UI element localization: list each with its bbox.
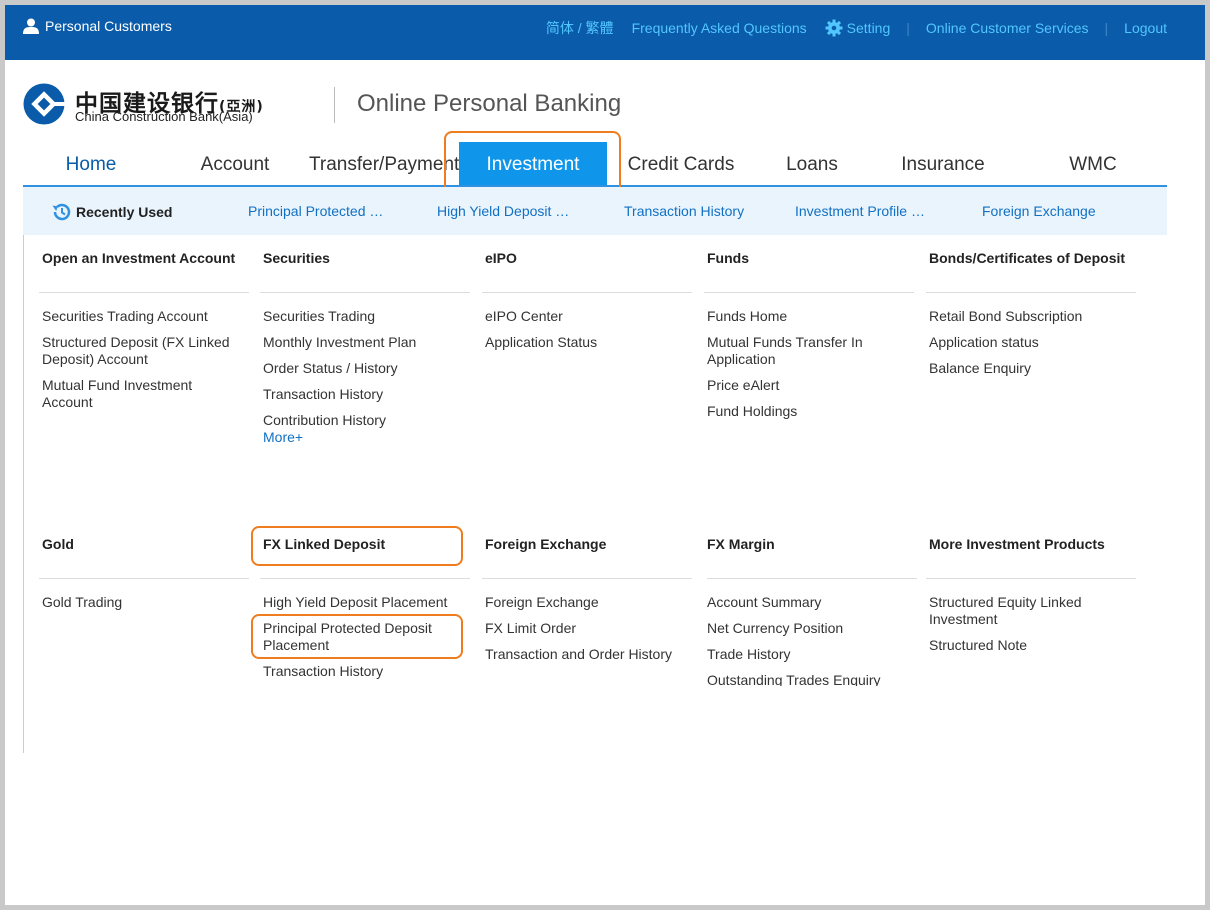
menu-item-contribution-history[interactable]: Contribution History: [263, 412, 463, 429]
menu-item-eipo-center[interactable]: eIPO Center: [485, 308, 685, 325]
menu-item-retail-bond-subscription[interactable]: Retail Bond Subscription: [929, 308, 1129, 325]
top-separator: |: [1104, 20, 1109, 36]
menu-item-mutual-fund-investment-account[interactable]: Mutual Fund Investment Account: [42, 377, 242, 411]
tab-credit-cards[interactable]: Credit Cards: [613, 142, 749, 187]
recent-link-investment-profile[interactable]: Investment Profile …: [795, 203, 925, 219]
menu-item-structured-deposit-account[interactable]: Structured Deposit (FX Linked Deposit) A…: [42, 334, 242, 368]
tab-insurance[interactable]: Insurance: [875, 142, 1011, 187]
menu-item-mutual-funds-transfer-in[interactable]: Mutual Funds Transfer In Application: [707, 334, 907, 368]
online-customer-services-link[interactable]: Online Customer Services: [926, 20, 1089, 36]
setting-link[interactable]: Setting: [825, 19, 891, 37]
recent-link-foreign-exchange[interactable]: Foreign Exchange: [982, 203, 1096, 219]
tab-home[interactable]: Home: [23, 142, 159, 187]
main-nav: Home Account Transfer/Payment Investment…: [23, 142, 1167, 187]
menu-item-price-ealert[interactable]: Price eAlert: [707, 377, 907, 394]
header-divider: [334, 87, 335, 123]
menu-item-transaction-order-history[interactable]: Transaction and Order History: [485, 646, 685, 663]
menu-item-high-yield-deposit-placement[interactable]: High Yield Deposit Placement: [263, 594, 463, 611]
gear-icon: [825, 19, 843, 37]
tab-account[interactable]: Account: [165, 142, 305, 187]
menu-heading: Gold: [42, 536, 74, 552]
tab-transfer-payment[interactable]: Transfer/Payment: [309, 142, 459, 187]
menu-item-bond-application-status[interactable]: Application status: [929, 334, 1129, 351]
menu-item-principal-protected-deposit-placement[interactable]: Principal Protected Deposit Placement: [263, 620, 443, 654]
menu-divider: [39, 292, 249, 293]
menu-divider: [704, 292, 914, 293]
top-links: 简体 / 繁體 Frequently Asked Questions Setti…: [546, 18, 1167, 38]
top-bar: Personal Customers 简体 / 繁體 Frequently As…: [5, 5, 1205, 60]
recent-link-transaction-history[interactable]: Transaction History: [624, 203, 744, 219]
menu-heading: Securities: [263, 250, 330, 266]
recently-used-bar: Recently Used Principal Protected … High…: [23, 187, 1167, 235]
menu-heading: Open an Investment Account: [42, 250, 236, 266]
menu-heading: eIPO: [485, 250, 517, 266]
ccb-logo-icon[interactable]: [23, 83, 65, 125]
tab-wmc[interactable]: WMC: [1027, 142, 1159, 187]
logout-link[interactable]: Logout: [1124, 20, 1167, 36]
history-clock-icon: [52, 203, 71, 221]
menu-item-securities-trading-account[interactable]: Securities Trading Account: [42, 308, 242, 325]
menu-item-fx-limit-order[interactable]: FX Limit Order: [485, 620, 685, 637]
menu-divider: [39, 578, 249, 579]
menu-divider: [260, 578, 470, 579]
menu-divider: [926, 292, 1136, 293]
faq-link[interactable]: Frequently Asked Questions: [632, 20, 807, 36]
menu-divider: [707, 578, 917, 579]
menu-heading: More Investment Products: [929, 536, 1105, 552]
setting-label: Setting: [846, 20, 891, 36]
recent-link-principal-protected[interactable]: Principal Protected …: [248, 203, 383, 219]
menu-heading: Foreign Exchange: [485, 536, 607, 552]
menu-item-trade-history[interactable]: Trade History: [707, 646, 907, 663]
menu-item-gold-trading[interactable]: Gold Trading: [42, 594, 242, 611]
menu-item-net-currency-position[interactable]: Net Currency Position: [707, 620, 907, 637]
menu-item-balance-enquiry[interactable]: Balance Enquiry: [929, 360, 1129, 377]
language-switch[interactable]: 简体 / 繁體: [546, 18, 614, 38]
personal-customers-label: Personal Customers: [45, 18, 172, 34]
menu-item-fund-holdings[interactable]: Fund Holdings: [707, 403, 907, 420]
menu-item-structured-note[interactable]: Structured Note: [929, 637, 1129, 654]
top-separator: |: [906, 20, 910, 36]
menu-heading: FX Margin: [707, 536, 775, 552]
menu-more-link[interactable]: More+: [263, 429, 463, 446]
recently-used-heading: Recently Used: [51, 201, 172, 223]
menu-item-transaction-history[interactable]: Transaction History: [263, 386, 463, 403]
personal-customers-menu[interactable]: Personal Customers: [23, 18, 172, 34]
menu-item-foreign-exchange[interactable]: Foreign Exchange: [485, 594, 685, 611]
menu-item-application-status[interactable]: Application Status: [485, 334, 685, 351]
bank-name-english: China Construction Bank(Asia): [75, 109, 253, 124]
menu-item-account-summary[interactable]: Account Summary: [707, 594, 907, 611]
menu-item-funds-home[interactable]: Funds Home: [707, 308, 907, 325]
menu-heading: FX Linked Deposit: [263, 536, 386, 552]
menu-divider: [482, 578, 692, 579]
menu-column-fx-margin: FX Margin Account Summary Net Currency P…: [707, 536, 917, 686]
tab-loans[interactable]: Loans: [749, 142, 875, 187]
menu-left-border: [23, 235, 24, 753]
user-icon: [23, 18, 39, 34]
recent-link-high-yield-deposit[interactable]: High Yield Deposit …: [437, 203, 569, 219]
menu-item-structured-equity-linked-investment[interactable]: Structured Equity Linked Investment: [929, 594, 1129, 628]
recently-used-label: Recently Used: [76, 204, 173, 220]
browser-frame: Personal Customers 简体 / 繁體 Frequently As…: [5, 5, 1205, 905]
menu-item-securities-trading[interactable]: Securities Trading: [263, 308, 463, 325]
menu-divider: [260, 292, 470, 293]
menu-item-outstanding-trades-enquiry[interactable]: Outstanding Trades Enquiry: [707, 672, 907, 686]
menu-item-fx-transaction-history[interactable]: Transaction History: [263, 663, 463, 680]
menu-heading: Funds: [707, 250, 749, 266]
page-title: Online Personal Banking: [357, 90, 622, 117]
menu-divider: [926, 578, 1136, 579]
tab-investment[interactable]: Investment: [459, 142, 607, 186]
menu-item-monthly-investment-plan[interactable]: Monthly Investment Plan: [263, 334, 463, 351]
menu-divider: [482, 292, 692, 293]
menu-item-order-status-history[interactable]: Order Status / History: [263, 360, 463, 377]
menu-heading: Bonds/Certificates of Deposit: [929, 250, 1126, 266]
